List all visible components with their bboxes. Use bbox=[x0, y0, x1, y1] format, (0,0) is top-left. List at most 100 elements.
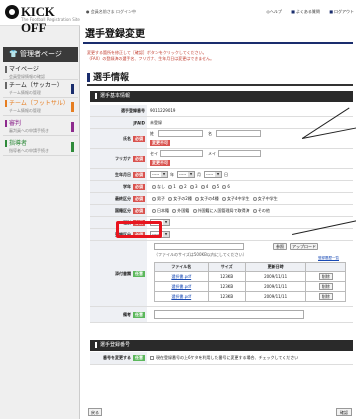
file-size: 123KB bbox=[207, 271, 246, 282]
gender-radio[interactable] bbox=[221, 197, 226, 201]
sidebar-item-sub: 審判員への申請手続き bbox=[9, 128, 49, 133]
kana-sei-input[interactable] bbox=[160, 150, 203, 157]
sidebar-item-mypage[interactable]: マイページ 会員登録情報の確認 bbox=[3, 66, 78, 80]
confirm-button[interactable]: 確認 bbox=[336, 408, 352, 416]
sidebar-item-team-futsal[interactable]: チーム（フットサル） チーム情報の管理 bbox=[3, 100, 78, 116]
admin-page-header[interactable]: 👕 管理者ページ bbox=[3, 47, 78, 62]
gender-option: 女子4中学生 bbox=[226, 196, 250, 201]
gender-radio[interactable] bbox=[195, 197, 200, 201]
field-label: 備考 bbox=[123, 311, 131, 317]
upload-button[interactable]: アップロード bbox=[290, 243, 318, 250]
delete-button[interactable]: 削除 bbox=[318, 283, 333, 290]
optional-badge: 任意 bbox=[133, 270, 145, 277]
birth-month-select[interactable]: ----- bbox=[177, 171, 195, 178]
jfa-id-value: 未登録 bbox=[150, 120, 162, 125]
gender-radio[interactable] bbox=[252, 197, 257, 201]
field-label: 最終区分 bbox=[115, 195, 131, 201]
year-suffix: 年 bbox=[170, 172, 174, 177]
logout-link[interactable]: ログアウト bbox=[329, 9, 354, 14]
history-link[interactable]: 登録履歴一覧 bbox=[318, 256, 339, 261]
page-title: 選手登録変更 bbox=[83, 28, 353, 44]
optional-badge: 任意 bbox=[133, 311, 145, 318]
name-sei-input[interactable] bbox=[158, 130, 203, 137]
delete-button[interactable]: 削除 bbox=[318, 273, 333, 280]
panel-heading: 選手情報 bbox=[87, 72, 353, 86]
field-label: 国籍区分 bbox=[115, 207, 131, 213]
sidebar-item-referee[interactable]: 審判 審判員への申請手続き bbox=[3, 120, 78, 136]
file-path-input[interactable] bbox=[154, 243, 244, 250]
row-change-number: 番号を変更する 任意 現在登録番号の上6ケタを利用した番号に変更する場合、チェック… bbox=[90, 352, 353, 365]
back-button[interactable]: 戻る bbox=[88, 408, 102, 416]
file-link[interactable]: 選択書.pdf bbox=[171, 294, 191, 299]
nationality-option: 外国籍 bbox=[177, 208, 190, 213]
grade-radio[interactable] bbox=[179, 185, 184, 189]
section-number-header: 選手登録番号 bbox=[90, 340, 353, 351]
gender-radio[interactable] bbox=[152, 197, 156, 201]
row-jfa-id: JFAID 未登録 bbox=[90, 117, 353, 129]
nationality-radio[interactable] bbox=[252, 209, 257, 213]
sei-label: セイ bbox=[150, 151, 158, 156]
kana-mei-input[interactable] bbox=[218, 150, 261, 157]
attachment-table: ファイル名 サイズ 更新日時 選択書.pdf 123KB 2009/11/11 … bbox=[154, 262, 346, 302]
grade-radio[interactable] bbox=[168, 185, 173, 189]
sidebar-item-team-soccer[interactable]: チーム（サッカー） チーム情報の管理 bbox=[3, 82, 78, 98]
nationality-option: 日本籍 bbox=[157, 208, 169, 213]
row-remarks: 備考 任意 bbox=[90, 307, 353, 323]
field-label: 氏名 bbox=[123, 135, 131, 141]
required-badge: 必須 bbox=[133, 207, 145, 214]
sidebar-item-sub: チーム情報の管理 bbox=[9, 90, 41, 95]
change-number-checkbox[interactable] bbox=[150, 356, 154, 360]
sidebar-item-sub: 会員登録情報の確認 bbox=[9, 74, 45, 79]
field-label: 学年 bbox=[123, 183, 131, 189]
grade-radio[interactable] bbox=[222, 185, 227, 189]
row-player-no: 選手登録番号 9011229019 bbox=[90, 105, 353, 117]
sidebar-flag bbox=[71, 142, 74, 152]
row-grade: 学年 必須 なし 1 2 3 4 5 6 bbox=[90, 181, 353, 193]
logo-tagline: The Football Registration Site bbox=[21, 17, 80, 22]
row-attachments: 添付書類 任意 参照 アップロード （ファイルのサイズは500KB以内にしてくださ… bbox=[90, 241, 353, 307]
sidebar-item-label: 指導者 bbox=[9, 140, 28, 147]
grade-radio[interactable] bbox=[211, 185, 216, 189]
remarks-input[interactable] bbox=[154, 310, 304, 319]
gender-radio[interactable] bbox=[168, 197, 173, 201]
nationality-radio[interactable] bbox=[172, 209, 177, 213]
required-badge: 必須 bbox=[133, 183, 145, 190]
required-badge: 必須 bbox=[133, 195, 145, 202]
notice-line: （FAX）の登録済の選手名、フリガナ、生年月日は変更はできません。 bbox=[87, 56, 215, 61]
nationality-radio[interactable] bbox=[192, 209, 197, 213]
birth-year-select[interactable]: ----- bbox=[150, 171, 168, 178]
sidebar-flag bbox=[71, 84, 74, 94]
kickoff-logo[interactable]: KICK OFF The Football Registration Site bbox=[0, 0, 80, 35]
mei-label: メイ bbox=[208, 151, 216, 156]
birth-day-select[interactable]: ----- bbox=[204, 171, 222, 178]
row-birthdate: 生年月日必須 ----- 年 ----- 月 ----- 日 bbox=[90, 169, 353, 181]
sidebar-item-coach[interactable]: 指導者 指導者への申請手続き bbox=[3, 140, 78, 156]
grade-option: なし bbox=[157, 184, 165, 189]
grade-radio[interactable] bbox=[189, 185, 194, 189]
file-date: 2009/11/11 bbox=[244, 281, 307, 292]
page-notice: 変更する箇所を修正して［確認］ボタンをクリックしてください。 （FAX）の登録済… bbox=[87, 50, 214, 62]
field-label: 生年月日 bbox=[115, 171, 131, 177]
name-mei-input[interactable] bbox=[216, 130, 261, 137]
delete-button[interactable]: 削除 bbox=[318, 293, 333, 300]
browse-button[interactable]: 参照 bbox=[273, 243, 287, 250]
grade-radio[interactable] bbox=[152, 185, 156, 189]
player-no-value: 9011229019 bbox=[150, 108, 176, 113]
grade-radio[interactable] bbox=[200, 185, 205, 189]
highlight-box bbox=[116, 221, 162, 238]
grade-option: 2 bbox=[184, 184, 187, 189]
grade-option: 4 bbox=[205, 184, 209, 189]
nationality-radio[interactable] bbox=[152, 209, 156, 213]
help-link[interactable]: ◎ヘルプ bbox=[266, 9, 282, 14]
required-badge: 必須 bbox=[133, 155, 145, 162]
sidebar-item-label: チーム（フットサル） bbox=[9, 100, 69, 107]
sidebar-item-label: チーム（サッカー） bbox=[9, 82, 63, 89]
faq-link[interactable]: よくある質問 bbox=[291, 9, 320, 14]
file-link[interactable]: 選択書.pdf bbox=[171, 284, 191, 289]
mei-label: 名 bbox=[208, 131, 212, 136]
col-size: サイズ bbox=[207, 262, 246, 272]
file-link[interactable]: 選択書.pdf bbox=[171, 274, 191, 279]
file-date: 2009/11/11 bbox=[244, 271, 307, 282]
gender-option: 女子中学生 bbox=[257, 196, 278, 201]
field-label: 添付書類 bbox=[115, 270, 131, 276]
